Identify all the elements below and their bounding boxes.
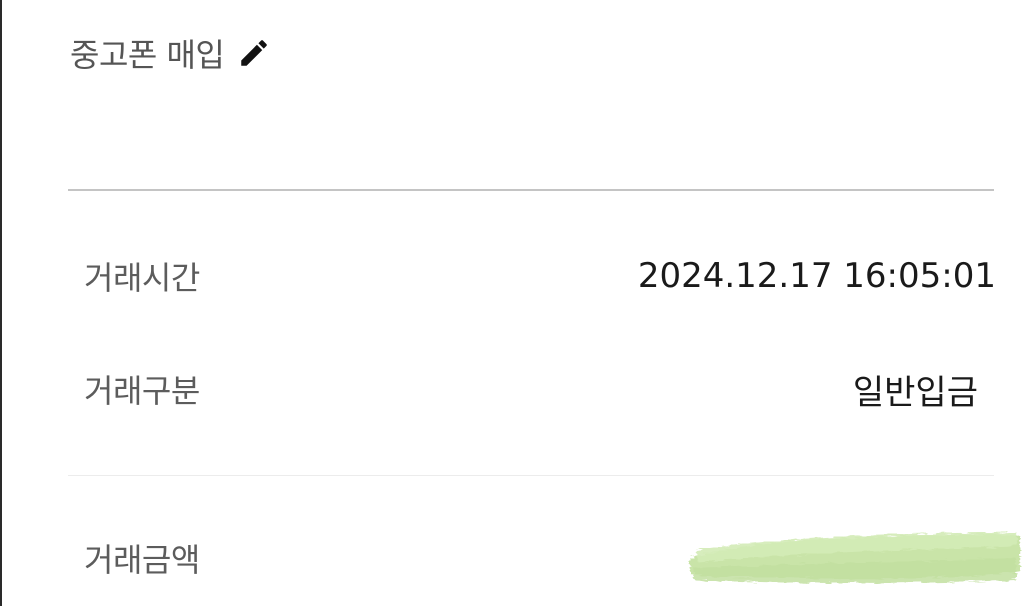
transaction-detail-screen: 중고폰 매입 거래시간 2024.12.17 16:05:01 거래구분 일반입… (0, 0, 1024, 606)
transaction-type-row: 거래구분 일반입금 (84, 364, 996, 414)
section-divider (68, 189, 994, 191)
edit-memo-button[interactable] (236, 35, 272, 71)
transaction-time-value: 2024.12.17 16:05:01 (637, 256, 996, 296)
transaction-time-row: 거래시간 2024.12.17 16:05:01 (84, 251, 996, 301)
transaction-time-label: 거래시간 (84, 259, 200, 297)
memo-title: 중고폰 매입 (70, 36, 225, 74)
transaction-type-value: 일반입금 (852, 372, 978, 413)
pencil-icon (241, 40, 268, 66)
amount-redaction-marker (690, 532, 1020, 583)
transaction-type-label: 거래구분 (84, 372, 200, 410)
memo-header: 중고폰 매입 (70, 28, 272, 78)
window-edge (0, 0, 2, 606)
transaction-amount-label: 거래금액 (84, 541, 200, 579)
row-divider (68, 475, 994, 476)
